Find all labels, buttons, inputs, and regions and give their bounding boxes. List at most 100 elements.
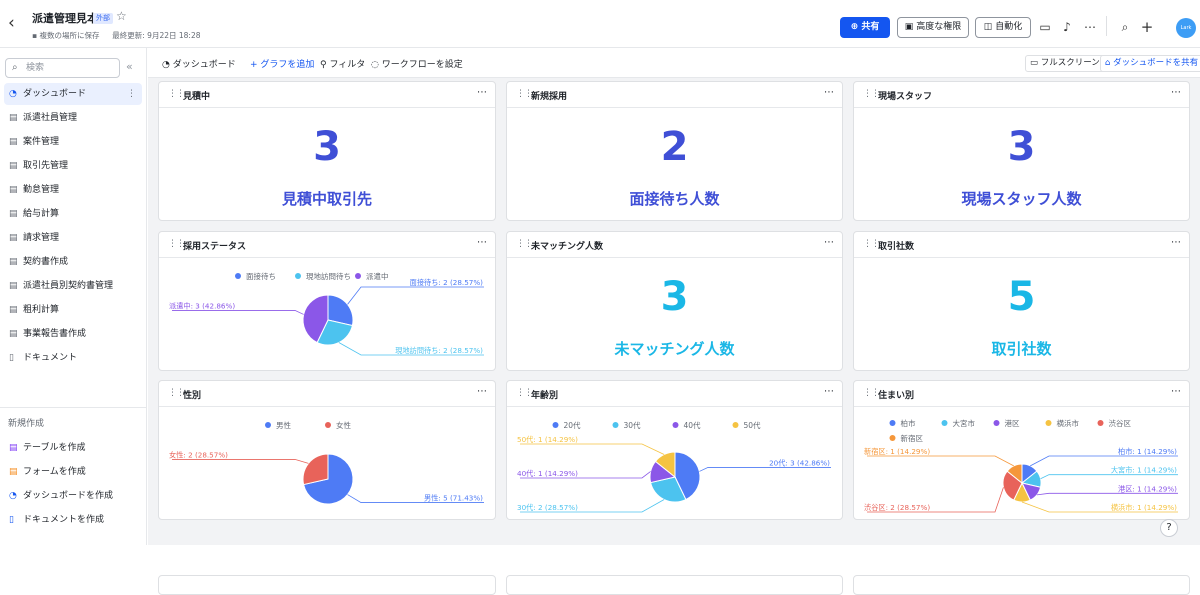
legend-dot — [295, 273, 301, 279]
item-more-icon[interactable]: ⋮ — [127, 83, 136, 105]
legend-item[interactable]: 派遣中 — [355, 271, 389, 281]
drag-handle-icon[interactable]: ⋮⋮ — [516, 388, 533, 398]
drag-handle-icon[interactable]: ⋮⋮ — [863, 89, 880, 99]
workflow-button[interactable]: ◌ ワークフローを設定 — [371, 57, 463, 70]
sidebar-item-billing[interactable]: ▤ 請求管理 — [4, 227, 142, 249]
legend-item[interactable]: 女性 — [325, 420, 351, 430]
automation-button[interactable]: ◫ 自動化 — [975, 17, 1031, 38]
create-table-button[interactable]: ▤ テーブルを作成 — [4, 437, 142, 459]
pie-slice[interactable] — [302, 453, 329, 486]
legend-item[interactable]: 渋谷区 — [1097, 418, 1132, 428]
legend-item[interactable]: 柏市 — [889, 418, 916, 428]
collapse-sidebar-icon[interactable]: « — [126, 60, 133, 73]
bell-icon[interactable]: ♪ — [1059, 19, 1075, 35]
legend-label: 20代 — [564, 420, 582, 430]
search-input[interactable]: ⌕ 検索 — [5, 58, 120, 78]
sidebar-item-projects[interactable]: ▤ 案件管理 — [4, 131, 142, 153]
card-menu-icon[interactable]: ⋯ — [824, 87, 834, 98]
legend-item[interactable]: 50代 — [732, 420, 762, 430]
card-age[interactable]: ⋮⋮ 年齢別 ⋯ 20代 30代 40代 50代 20代: 3 (42.86%) 50代: 1… — [506, 380, 843, 520]
sidebar-item-gross-profit[interactable]: ▤ 粗利計算 — [4, 299, 142, 321]
drag-handle-icon[interactable]: ⋮⋮ — [863, 239, 880, 249]
create-dashboard-button[interactable]: ◔ ダッシュボードを作成 — [4, 485, 142, 507]
sidebar-item-dashboard[interactable]: ◔ ダッシュボード ⋮ — [4, 83, 142, 105]
card-menu-icon[interactable]: ⋯ — [477, 87, 487, 98]
card-field-staff[interactable]: ⋮⋮ 現場スタッフ ⋯ 3 現場スタッフ人数 — [853, 81, 1190, 221]
star-icon[interactable]: ☆ — [116, 9, 127, 23]
dashboard-icon: ◔ — [9, 89, 17, 99]
metric-label: 取引社数 — [991, 340, 1052, 358]
dashboard-icon: ◔ — [9, 491, 17, 501]
legend-item[interactable]: 港区 — [993, 418, 1020, 428]
sidebar-divider — [0, 407, 147, 408]
add-chart-button[interactable]: + グラフを追加 — [250, 57, 314, 70]
drag-handle-icon[interactable]: ⋮⋮ — [168, 239, 185, 249]
sidebar-item-contracts[interactable]: ▤ 契約書作成 — [4, 251, 142, 273]
table-icon: ▤ — [9, 209, 18, 219]
card-new-hire[interactable]: ⋮⋮ 新規採用 ⋯ 2 面接待ち人数 — [506, 81, 843, 221]
drag-handle-icon[interactable]: ⋮⋮ — [168, 89, 185, 99]
create-document-button[interactable]: ▯ ドキュメントを作成 — [4, 509, 142, 531]
card-unmatched[interactable]: ⋮⋮ 未マッチング人数 ⋯ 3 未マッチング人数 — [506, 231, 843, 371]
advanced-permissions-button[interactable]: ▣ 高度な権限 — [897, 17, 969, 38]
sidebar-item-payroll[interactable]: ▤ 給与計算 — [4, 203, 142, 225]
dashboard-main: ◔ ダッシュボード + グラフを追加 ⚲ フィルタ ◌ ワークフローを設定 ▭ … — [148, 48, 1200, 595]
legend-item[interactable]: 男性 — [265, 420, 291, 430]
card-menu-icon[interactable]: ⋯ — [1171, 87, 1181, 98]
drag-handle-icon[interactable]: ⋮⋮ — [516, 89, 533, 99]
dashboard-label: ◔ ダッシュボード — [162, 60, 236, 70]
share-button[interactable]: ⊕ 共有 — [840, 17, 890, 38]
filter-button[interactable]: ⚲ フィルタ — [320, 57, 365, 70]
card-header: ⋮⋮ 性別 ⋯ — [159, 381, 495, 407]
legend-label: 大宮市 — [953, 418, 976, 428]
card-title: 未マッチング人数 — [531, 242, 604, 252]
card-menu-icon[interactable]: ⋯ — [824, 237, 834, 248]
card-menu-icon[interactable]: ⋯ — [1171, 237, 1181, 248]
data-label: 港区: 1 (14.29%) — [1118, 484, 1177, 493]
card-menu-icon[interactable]: ⋯ — [477, 237, 487, 248]
legend-item[interactable]: 20代 — [552, 420, 582, 430]
card-gender[interactable]: ⋮⋮ 性別 ⋯ 男性 女性 男性: 5 (71.43%) 女性: 2 (28.57%) — [158, 380, 496, 520]
legend-item[interactable]: 大宮市 — [941, 418, 976, 428]
card-menu-icon[interactable]: ⋯ — [824, 386, 834, 397]
create-form-button[interactable]: ▤ フォームを作成 — [4, 461, 142, 483]
legend-item[interactable]: 40代 — [672, 420, 702, 430]
permissions-icon: ▣ — [904, 22, 914, 32]
card-residence[interactable]: ⋮⋮ 住まい別 ⋯ 柏市 大宮市 港区 横浜市 渋谷区 新宿区 柏市: 1 (14.29%) 大宮… — [853, 380, 1190, 520]
sidebar-item-clients[interactable]: ▤ 取引先管理 — [4, 155, 142, 177]
legend-item[interactable]: 30代 — [612, 420, 642, 430]
share-dashboard-button[interactable]: ⌂ ダッシュボードを共有 — [1100, 55, 1200, 72]
card-menu-icon[interactable]: ⋯ — [1171, 386, 1181, 397]
legend-item[interactable]: 面接待ち — [235, 271, 276, 281]
help-icon[interactable]: ? — [1160, 519, 1178, 537]
pie-chart-gender: 男性 女性男性: 5 (71.43%) 女性: 2 (28.57%) — [169, 420, 484, 505]
comment-icon[interactable]: ▭ — [1037, 19, 1053, 35]
legend-item[interactable]: 横浜市 — [1045, 418, 1080, 428]
sidebar-item-staff[interactable]: ▤ 派遣社員管理 — [4, 107, 142, 129]
leader-line — [1040, 474, 1178, 480]
drag-handle-icon[interactable]: ⋮⋮ — [516, 239, 533, 249]
legend-label: 面接待ち — [246, 271, 276, 281]
sidebar-item-attendance[interactable]: ▤ 勤怠管理 — [4, 179, 142, 201]
card-hiring-status[interactable]: ⋮⋮ 採用ステータス ⋯ 面接待ち 現地訪問待ち 派遣中 面接待ち: 2 (28.57%)… — [158, 231, 496, 371]
back-arrow-icon[interactable]: ‹ — [8, 13, 26, 33]
sidebar-item-document[interactable]: ▯ ドキュメント — [4, 347, 142, 369]
fullscreen-button[interactable]: ▭ フルスクリーン — [1025, 55, 1105, 72]
legend-dot — [732, 422, 739, 428]
legend-dot — [325, 422, 331, 428]
card-title: 現場スタッフ — [878, 92, 933, 102]
sidebar-item-business-report[interactable]: ▤ 事業報告書作成 — [4, 323, 142, 345]
app-title[interactable]: 派遣管理見本 — [32, 10, 98, 26]
card-quote[interactable]: ⋮⋮ 見積中 ⋯ 3 見積中取引先 — [158, 81, 496, 221]
legend-item[interactable]: 現地訪問待ち — [295, 271, 351, 281]
plus-icon[interactable]: + — [1139, 19, 1155, 35]
avatar[interactable]: Lark — [1176, 18, 1196, 38]
drag-handle-icon[interactable]: ⋮⋮ — [168, 388, 185, 398]
legend-item[interactable]: 新宿区 — [889, 433, 924, 443]
search-icon[interactable]: ⌕ — [1117, 19, 1133, 35]
drag-handle-icon[interactable]: ⋮⋮ — [863, 388, 880, 398]
sidebar-item-staff-contracts[interactable]: ▤ 派遣社員別契約書管理 — [4, 275, 142, 297]
card-menu-icon[interactable]: ⋯ — [477, 386, 487, 397]
card-client-count[interactable]: ⋮⋮ 取引社数 ⋯ 5 取引社数 — [853, 231, 1190, 371]
more-icon[interactable]: ⋯ — [1082, 19, 1098, 35]
